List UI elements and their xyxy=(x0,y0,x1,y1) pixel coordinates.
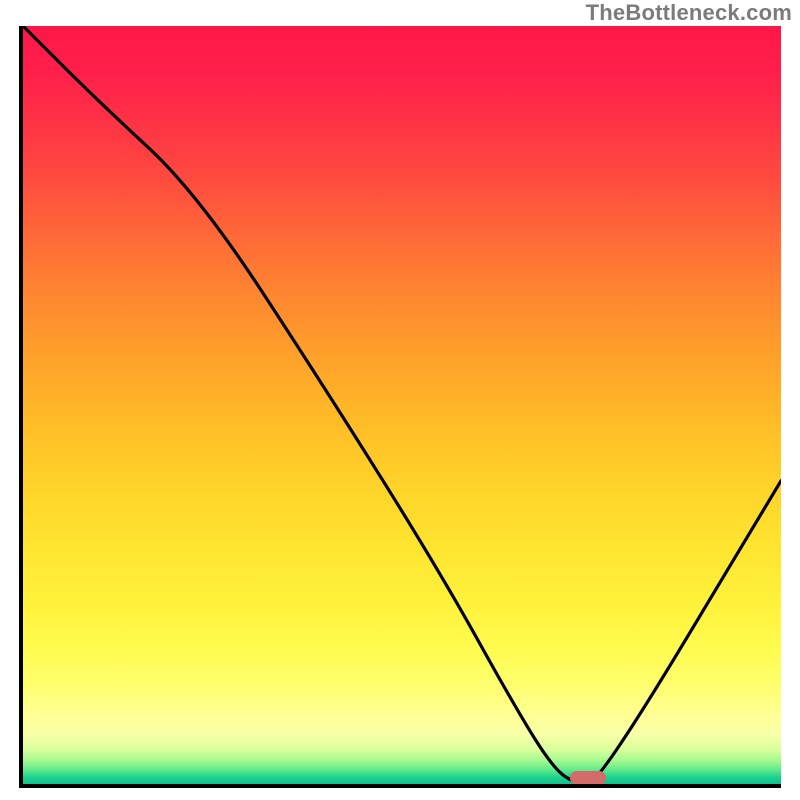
curve-svg xyxy=(23,26,781,784)
watermark-text: TheBottleneck.com xyxy=(586,0,792,26)
bottleneck-curve xyxy=(23,26,781,784)
plot-area xyxy=(23,26,781,784)
optimal-marker xyxy=(570,771,606,784)
chart-container: TheBottleneck.com xyxy=(0,0,800,800)
